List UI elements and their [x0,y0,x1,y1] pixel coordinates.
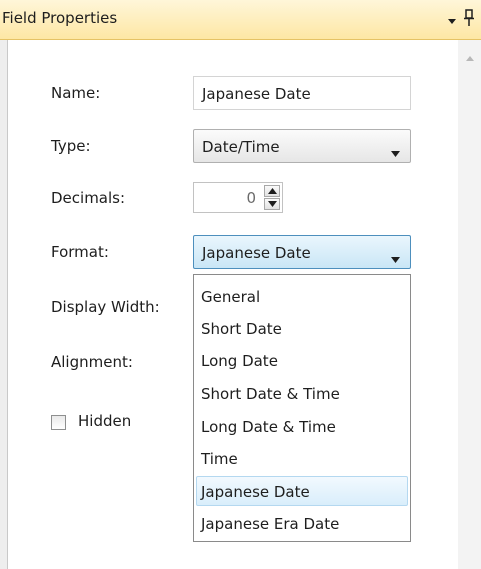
format-select[interactable]: Japanese Date [193,235,411,269]
format-option[interactable]: General [196,282,408,312]
format-dropdown-list: General Short Date Long Date Short Date … [193,274,411,542]
format-option[interactable]: Short Date [196,314,408,344]
decimals-value[interactable]: 0 [246,189,256,207]
chevron-down-icon [391,143,400,157]
format-option[interactable]: Short Date & Time [196,379,408,409]
vertical-scrollbar[interactable] [458,40,481,569]
spin-down-icon[interactable] [264,198,280,210]
hidden-checkbox[interactable] [51,415,66,430]
format-option[interactable]: Japanese Era Date [196,509,408,539]
alignment-label: Alignment: [51,353,133,371]
name-label: Name: [51,84,101,102]
type-select[interactable]: Date/Time [193,129,411,163]
panel-left-edge [0,40,8,569]
name-field[interactable]: Japanese Date [193,76,411,110]
scroll-up-icon[interactable] [465,48,475,61]
format-option[interactable]: Long Date & Time [196,412,408,442]
format-select-value: Japanese Date [202,244,311,262]
decimals-label: Decimals: [51,189,126,207]
panel-menu-dropdown-icon[interactable] [446,13,458,25]
hidden-label[interactable]: Hidden [78,412,131,430]
format-option-selected[interactable]: Japanese Date [196,476,408,506]
type-select-value: Date/Time [202,138,280,156]
format-option[interactable]: Long Date [196,346,408,376]
field-properties-panel: Field Properties Name: Japanese Date Typ… [0,0,481,569]
pin-icon[interactable] [462,9,476,27]
display-width-label: Display Width: [51,298,160,316]
decimals-stepper[interactable]: 0 [193,182,283,213]
format-label: Format: [51,243,109,261]
type-label: Type: [51,137,91,155]
spin-up-icon[interactable] [264,185,280,197]
panel-titlebar: Field Properties [0,0,481,40]
panel-title: Field Properties [2,9,118,27]
format-option[interactable]: Time [196,444,408,474]
chevron-down-icon [391,249,400,263]
